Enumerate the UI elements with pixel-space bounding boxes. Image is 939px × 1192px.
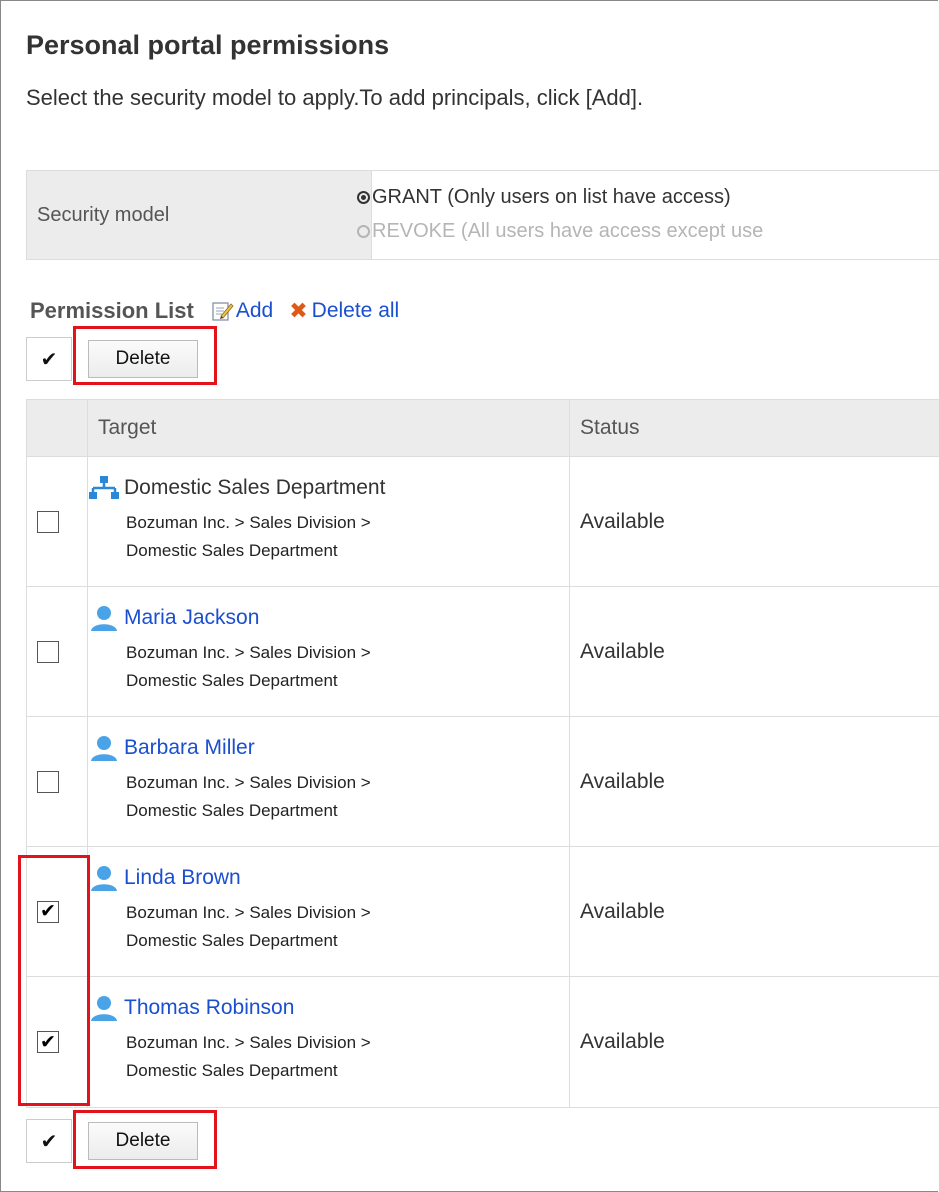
target-cell: Domestic Sales Department Bozuman Inc. > …: [87, 456, 570, 587]
target-name: Domestic Sales Department: [124, 475, 386, 499]
target-path: Bozuman Inc. > Sales Division > Domestic …: [126, 639, 569, 695]
target-path-line-1: Bozuman Inc. > Sales Division >: [126, 902, 371, 922]
status-cell: Available: [569, 586, 939, 717]
status-cell: Available: [569, 846, 939, 977]
radio-grant[interactable]: GRANT (Only users on list have access): [357, 186, 731, 209]
target-name-line: Barbara Miller: [88, 733, 569, 763]
radio-selected-icon[interactable]: [357, 191, 370, 204]
radio-grant-label: GRANT (Only users on list have access): [372, 186, 731, 208]
target-path: Bozuman Inc. > Sales Division > Domestic …: [126, 509, 569, 565]
highlight-box-delete-bottom: [73, 1110, 217, 1169]
target-path: Bozuman Inc. > Sales Division > Domestic …: [126, 1029, 569, 1085]
row-checkbox[interactable]: [37, 640, 59, 663]
page-title: Personal portal permissions: [26, 30, 390, 60]
check-all-button-bottom[interactable]: ✔: [26, 1119, 72, 1163]
target-cell: Linda Brown Bozuman Inc. > Sales Division…: [87, 846, 570, 977]
permission-list-title: Permission List: [30, 298, 194, 323]
target-path: Bozuman Inc. > Sales Division > Domestic …: [126, 769, 569, 825]
header-checkbox-cell: [26, 399, 88, 457]
edit-note-icon: [212, 302, 234, 321]
target-path-line-2: Domestic Sales Department: [126, 1061, 338, 1080]
target-path: Bozuman Inc. > Sales Division > Domestic …: [126, 899, 569, 955]
row-checkbox[interactable]: [37, 510, 59, 533]
table-row: ✔ Linda Brown Bozuman Inc. > Sales Divisio…: [26, 846, 939, 977]
target-path-line-2: Domestic Sales Department: [126, 930, 338, 950]
user-icon: [91, 996, 117, 1021]
target-name-link[interactable]: Linda Brown: [124, 866, 241, 890]
status-cell: Available: [569, 716, 939, 847]
target-name-line: Maria Jackson: [88, 603, 569, 633]
radio-revoke[interactable]: REVOKE (All users have access except use: [357, 220, 763, 243]
row-checkbox-cell: [26, 456, 88, 587]
user-icon: [91, 735, 117, 761]
security-model-table: Security model: [26, 170, 939, 260]
check-all-button[interactable]: ✔: [26, 337, 72, 381]
table-row: ✔ Thomas Robinson Bozuman Inc. > Sales Div…: [26, 976, 939, 1108]
target-name-line: Linda Brown: [88, 863, 569, 893]
target-path-line-1: Bozuman Inc. > Sales Division >: [126, 772, 371, 792]
instruction-text: Select the security model to apply.To ad…: [26, 85, 644, 110]
delete-all-link[interactable]: Delete all: [312, 299, 400, 323]
table-row: Domestic Sales Department Bozuman Inc. > …: [26, 456, 939, 587]
target-cell: Thomas Robinson Bozuman Inc. > Sales Divi…: [87, 976, 570, 1108]
target-name-link[interactable]: Barbara Miller: [124, 736, 255, 760]
row-checkbox-cell: [26, 586, 88, 717]
table-row: Barbara Miller Bozuman Inc. > Sales Divis…: [26, 716, 939, 847]
permission-list-header: Permission List Add ✖ Delete all: [30, 298, 399, 324]
target-path-line-2: Domestic Sales Department: [126, 800, 338, 820]
target-path-line-1: Bozuman Inc. > Sales Division >: [126, 512, 371, 532]
status-cell: Available: [569, 456, 939, 587]
target-cell: Maria Jackson Bozuman Inc. > Sales Divisi…: [87, 586, 570, 717]
permission-table: Target Status Domestic Sales Department B…: [26, 399, 939, 1108]
organization-icon: [89, 475, 119, 499]
security-model-label: Security model: [27, 171, 372, 259]
target-path-line-1: Bozuman Inc. > Sales Division >: [126, 642, 371, 662]
target-name-line: Domestic Sales Department: [88, 473, 569, 503]
user-icon: [91, 605, 117, 631]
table-row: Maria Jackson Bozuman Inc. > Sales Divisi…: [26, 586, 939, 717]
status-cell: Available: [569, 976, 939, 1108]
target-name-line: Thomas Robinson: [88, 993, 569, 1023]
radio-unselected-icon[interactable]: [357, 225, 370, 238]
row-checkbox[interactable]: [37, 770, 59, 793]
target-name-link[interactable]: Thomas Robinson: [124, 996, 294, 1020]
column-header-target: Target: [87, 399, 570, 457]
target-path-line-2: Domestic Sales Department: [126, 670, 338, 690]
highlight-box-delete-top: [73, 326, 217, 385]
target-path-line-1: Bozuman Inc. > Sales Division >: [126, 1033, 371, 1052]
table-header-row: Target Status: [26, 399, 939, 457]
target-name-link[interactable]: Maria Jackson: [124, 606, 259, 630]
radio-revoke-label: REVOKE (All users have access except use: [372, 220, 764, 242]
target-cell: Barbara Miller Bozuman Inc. > Sales Divis…: [87, 716, 570, 847]
user-icon: [91, 865, 117, 891]
add-link[interactable]: Add: [236, 299, 273, 323]
target-path-line-2: Domestic Sales Department: [126, 540, 338, 560]
row-checkbox-cell: [26, 716, 88, 847]
column-header-status: Status: [569, 399, 939, 457]
highlight-box-checked-rows: [18, 855, 90, 1106]
delete-all-icon: ✖: [289, 298, 308, 323]
